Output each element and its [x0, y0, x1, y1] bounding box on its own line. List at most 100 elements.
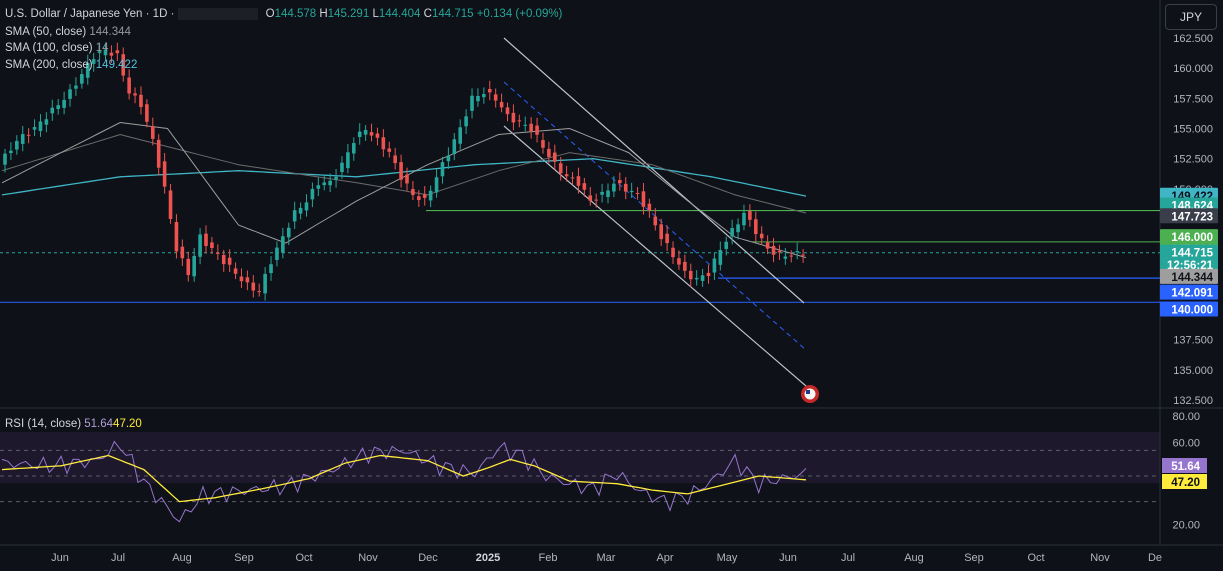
- candle-body: [44, 119, 49, 125]
- candle-body: [789, 255, 794, 257]
- time-tick-label: Dec: [418, 552, 438, 564]
- time-tick-label: De: [1148, 552, 1162, 564]
- price-tick-label: 132.500: [1173, 395, 1213, 407]
- candle-body: [730, 228, 734, 237]
- candle-body: [594, 199, 598, 201]
- candle-body: [210, 242, 214, 249]
- price-label-text: 147.723: [1171, 211, 1213, 223]
- candle-body: [162, 161, 167, 187]
- candle-body: [411, 188, 415, 196]
- price-tick-label: 135.000: [1173, 365, 1213, 377]
- us-flag-icon-canton: [806, 390, 810, 394]
- time-tick-label: Nov: [358, 552, 378, 564]
- candle-body: [286, 227, 291, 238]
- candle-body: [174, 221, 179, 252]
- candle-body: [547, 148, 551, 157]
- candle-body: [3, 153, 7, 165]
- symbol-header: U.S. Dollar / Japanese Yen · 1D · O144.5…: [5, 8, 563, 21]
- candle-body: [558, 163, 563, 174]
- candle-body: [74, 85, 78, 89]
- candle-body: [68, 89, 72, 99]
- candle-body: [227, 257, 232, 265]
- time-tick-label: Nov: [1090, 552, 1110, 564]
- candle-body: [736, 224, 740, 233]
- candle-body: [801, 254, 805, 256]
- candle-body: [56, 105, 61, 109]
- time-tick-label: Jul: [111, 552, 125, 564]
- high-value: 145.291: [327, 8, 370, 21]
- candle-body: [109, 52, 114, 56]
- candle-body: [724, 241, 729, 249]
- candle-body: [476, 95, 480, 102]
- candle-body: [487, 88, 492, 93]
- candle-body: [718, 249, 723, 265]
- candle-body: [393, 155, 397, 164]
- rsi-value-label: 51.64: [1171, 461, 1200, 473]
- time-tick-label: 2025: [476, 552, 500, 564]
- candle-body: [706, 272, 711, 277]
- candle-body: [263, 273, 267, 294]
- candle-body: [50, 107, 55, 114]
- candle-body: [511, 112, 516, 123]
- time-tick-label: Mar: [597, 552, 616, 564]
- candle-body: [765, 242, 770, 249]
- candle-body: [629, 190, 634, 193]
- candle-body: [310, 188, 315, 200]
- currency-button[interactable]: JPY: [1165, 4, 1217, 30]
- rsi-legend[interactable]: RSI (14, close) 51.6447.20: [5, 418, 142, 430]
- candle-body: [133, 93, 137, 96]
- candle-body: [564, 174, 569, 177]
- candle-body: [387, 148, 392, 152]
- sma50-legend[interactable]: SMA (50, close) 144.344: [5, 26, 131, 38]
- candle-body: [440, 162, 445, 177]
- low-value: 144.404: [378, 8, 421, 21]
- candle-body: [606, 190, 610, 197]
- candle-body: [505, 107, 510, 115]
- sma200-value: 149.422: [95, 59, 138, 71]
- candle-body: [618, 180, 622, 184]
- candle-body: [351, 143, 356, 154]
- candle-body: [399, 162, 403, 180]
- candle-body: [375, 133, 380, 138]
- time-tick-label: Jul: [841, 552, 855, 564]
- candle-body: [15, 140, 19, 150]
- sma100-legend[interactable]: SMA (100, close) 14: [5, 42, 109, 54]
- price-chart[interactable]: 162.500160.000157.500155.000152.500150.0…: [0, 0, 1223, 571]
- candle-body: [127, 77, 131, 94]
- open-value: 144.578: [274, 8, 317, 21]
- candle-body: [346, 152, 350, 169]
- time-tick-label: Sep: [234, 552, 254, 564]
- price-tick-label: 152.500: [1173, 154, 1213, 166]
- chart-background: [0, 0, 1223, 571]
- candle-body: [600, 191, 604, 195]
- candle-body: [446, 155, 451, 162]
- candle-body: [251, 282, 256, 291]
- time-tick-label: Aug: [172, 552, 192, 564]
- candle-body: [552, 152, 557, 162]
- candle-body: [298, 207, 303, 214]
- candle-body: [576, 176, 581, 186]
- candle-body: [665, 233, 669, 244]
- rsi-tick-label: 20.00: [1172, 520, 1200, 532]
- candle-body: [334, 176, 338, 180]
- candle-body: [470, 95, 474, 111]
- sma200-legend[interactable]: SMA (200, close) 149.422: [5, 59, 137, 71]
- change-value: +0.134 (+0.09%): [476, 8, 563, 21]
- price-tick-label: 162.500: [1173, 33, 1213, 45]
- candle-body: [239, 276, 244, 282]
- candle-body: [759, 233, 764, 239]
- candle-body: [145, 104, 149, 122]
- candle-body: [434, 177, 439, 193]
- candle-body: [771, 245, 776, 255]
- candle-body: [322, 182, 327, 186]
- candle-body: [9, 150, 13, 154]
- redacted-box: [178, 8, 259, 20]
- candle-body: [458, 127, 463, 144]
- price-tick-label: 155.000: [1173, 124, 1213, 136]
- price-label-text: 142.091: [1171, 288, 1213, 300]
- candle-body: [671, 247, 675, 258]
- candle-body: [683, 261, 687, 271]
- candle-body: [62, 99, 66, 108]
- candle-body: [712, 258, 717, 273]
- candle-body: [523, 124, 528, 126]
